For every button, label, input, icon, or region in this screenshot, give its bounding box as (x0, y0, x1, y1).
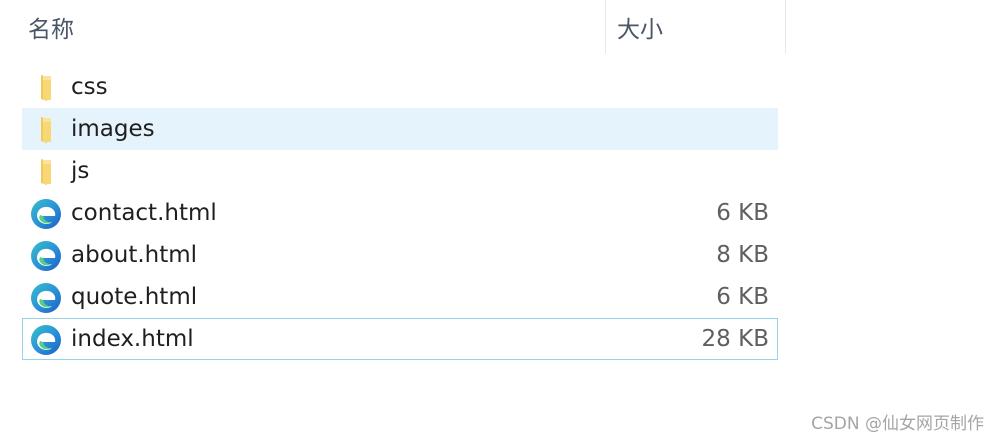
file-row-css[interactable]: css (22, 66, 778, 108)
file-list: css images js contact.html 6 KB about.ht… (22, 66, 778, 360)
file-explorer-view: 名称 大小 css images js contact.html 6 KB ab… (0, 0, 989, 439)
file-row-quote-html[interactable]: quote.html 6 KB (22, 276, 778, 318)
file-row-about-html[interactable]: about.html 8 KB (22, 234, 778, 276)
column-header-name[interactable]: 名称 (18, 0, 606, 54)
watermark-text: CSDN @仙女网页制作 (811, 414, 984, 434)
file-name: images (71, 116, 155, 142)
file-name: quote.html (71, 284, 198, 310)
column-header-bar: 名称 大小 (0, 0, 786, 54)
file-size: 6 KB (716, 284, 769, 310)
file-name: contact.html (71, 200, 217, 226)
edge-html-icon (29, 281, 63, 315)
file-name: index.html (71, 326, 194, 352)
file-size: 8 KB (716, 242, 769, 268)
column-header-size[interactable]: 大小 (606, 0, 786, 54)
folder-icon (29, 155, 63, 189)
file-row-images[interactable]: images (22, 108, 778, 150)
file-name: js (71, 158, 90, 184)
file-name: css (71, 74, 108, 100)
file-size: 6 KB (716, 200, 769, 226)
edge-html-icon (29, 323, 63, 357)
file-row-contact-html[interactable]: contact.html 6 KB (22, 192, 778, 234)
column-header-name-label: 名称 (28, 17, 74, 43)
edge-html-icon (29, 197, 63, 231)
file-size: 28 KB (701, 326, 769, 352)
folder-icon (29, 71, 63, 105)
file-row-index-html[interactable]: index.html 28 KB (22, 318, 778, 360)
folder-icon (29, 113, 63, 147)
file-row-js[interactable]: js (22, 150, 778, 192)
column-header-size-label: 大小 (617, 17, 663, 43)
edge-html-icon (29, 239, 63, 273)
file-name: about.html (71, 242, 198, 268)
